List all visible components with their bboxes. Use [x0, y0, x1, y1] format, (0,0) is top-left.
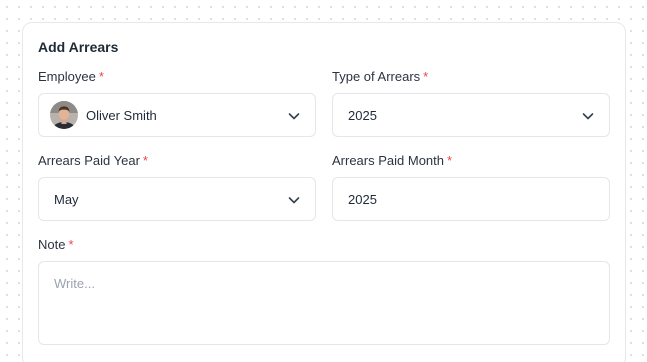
arrears-paid-month-value: 2025: [348, 191, 377, 207]
employee-label-text: Employee: [38, 69, 96, 84]
arrears-paid-month-label-text: Arrears Paid Month: [332, 153, 444, 168]
type-of-arrears-select[interactable]: 2025: [332, 93, 610, 137]
employee-value: Oliver Smith: [86, 107, 157, 123]
chevron-down-icon: [582, 113, 594, 120]
note-label-text: Note: [38, 237, 66, 252]
add-arrears-card: Add Arrears Employee * Oliver Smith Type …: [22, 22, 626, 362]
required-mark: *: [423, 69, 429, 84]
note-placeholder: Write...: [54, 276, 95, 291]
chevron-down-icon: [288, 113, 300, 120]
required-mark: *: [98, 69, 104, 84]
type-of-arrears-label: Type of Arrears *: [332, 69, 428, 84]
required-mark: *: [68, 237, 74, 252]
employee-select[interactable]: Oliver Smith: [38, 93, 316, 137]
arrears-paid-year-label: Arrears Paid Year *: [38, 153, 148, 168]
avatar: [50, 101, 78, 129]
form-title: Add Arrears: [38, 39, 119, 55]
arrears-paid-month-input[interactable]: 2025: [332, 177, 610, 221]
arrears-paid-year-select[interactable]: May: [38, 177, 316, 221]
arrears-paid-month-label: Arrears Paid Month *: [332, 153, 452, 168]
required-mark: *: [447, 153, 453, 168]
note-textarea[interactable]: Write...: [38, 261, 610, 345]
required-mark: *: [142, 153, 148, 168]
note-label: Note *: [38, 237, 74, 252]
type-of-arrears-label-text: Type of Arrears: [332, 69, 421, 84]
arrears-paid-year-value: May: [54, 191, 79, 207]
type-of-arrears-value: 2025: [348, 107, 377, 123]
arrears-paid-year-label-text: Arrears Paid Year: [38, 153, 140, 168]
chevron-down-icon: [288, 197, 300, 204]
employee-label: Employee *: [38, 69, 104, 84]
